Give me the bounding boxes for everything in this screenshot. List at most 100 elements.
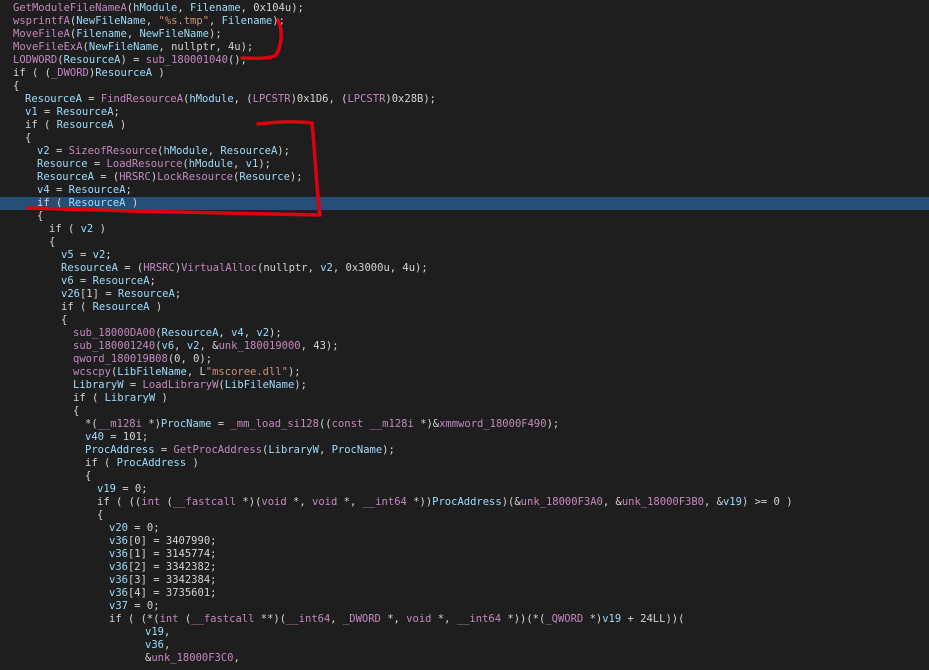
code-line[interactable]: v4 = ResourceA;: [0, 184, 929, 197]
code-token-func[interactable]: unk_18000F3B0: [622, 496, 704, 508]
code-token-var[interactable]: ProcName: [332, 444, 383, 456]
code-token-var[interactable]: NewFileName: [89, 41, 159, 53]
code-token-var[interactable]: v26: [61, 288, 80, 300]
code-line[interactable]: {: [0, 470, 929, 483]
code-token-var[interactable]: v4: [37, 184, 50, 196]
code-token-func[interactable]: MoveFileA: [13, 28, 70, 40]
code-line[interactable]: if ( (*(int (__fastcall **)(__int64, _DW…: [0, 613, 929, 626]
code-line[interactable]: v36,: [0, 639, 929, 652]
code-token-var[interactable]: v6: [162, 340, 175, 352]
code-line[interactable]: wsprintfA(NewFileName, "%s.tmp", Filenam…: [0, 15, 929, 28]
code-line[interactable]: &unk_18000F3C0,: [0, 652, 929, 665]
code-line[interactable]: {: [0, 314, 929, 327]
code-line[interactable]: ResourceA = (HRSRC)VirtualAlloc(nullptr,…: [0, 262, 929, 275]
code-token-var[interactable]: Resource: [239, 171, 290, 183]
code-token-func[interactable]: sub_180001240: [73, 340, 155, 352]
code-line[interactable]: ProcAddress = GetProcAddress(LibraryW, P…: [0, 444, 929, 457]
code-line[interactable]: if ( ResourceA ): [0, 197, 929, 210]
code-token-func[interactable]: unk_18000F3C0: [151, 652, 233, 664]
code-token-var[interactable]: ResourceA: [93, 275, 150, 287]
code-line[interactable]: v1 = ResourceA;: [0, 106, 929, 119]
code-line[interactable]: ResourceA = (HRSRC)LockResource(Resource…: [0, 171, 929, 184]
code-line[interactable]: v36[0] = 3407990;: [0, 535, 929, 548]
code-token-var[interactable]: v19: [145, 626, 164, 638]
code-line[interactable]: v6 = ResourceA;: [0, 275, 929, 288]
code-token-func[interactable]: sub_180001040: [146, 54, 228, 66]
code-token-func[interactable]: qword_180019B08: [73, 353, 168, 365]
code-token-func[interactable]: sub_18000DA00: [73, 327, 155, 339]
code-token-func[interactable]: unk_180019000: [218, 340, 300, 352]
code-line[interactable]: if ( ProcAddress ): [0, 457, 929, 470]
code-token-var[interactable]: Resource: [37, 158, 88, 170]
code-token-var[interactable]: v19: [97, 483, 116, 495]
code-token-var[interactable]: hModule: [189, 93, 233, 105]
code-token-var[interactable]: v2: [81, 223, 94, 235]
code-token-var[interactable]: v40: [85, 431, 104, 443]
code-token-var[interactable]: hModule: [163, 145, 207, 157]
code-line[interactable]: LODWORD(ResourceA) = sub_180001040();: [0, 54, 929, 67]
code-token-func[interactable]: SizeofResource: [69, 145, 158, 157]
code-line[interactable]: v19,: [0, 626, 929, 639]
code-token-func[interactable]: unk_18000F3A0: [521, 496, 603, 508]
code-token-var[interactable]: ResourceA: [57, 119, 114, 131]
code-token-var[interactable]: v4: [231, 327, 244, 339]
code-line[interactable]: ResourceA = FindResourceA(hModule, (LPCS…: [0, 93, 929, 106]
code-line[interactable]: MoveFileExA(NewFileName, nullptr, 4u);: [0, 41, 929, 54]
code-line[interactable]: MoveFileA(Filename, NewFileName);: [0, 28, 929, 41]
code-token-func[interactable]: LODWORD: [13, 54, 57, 66]
code-token-var[interactable]: ProcAddress: [85, 444, 155, 456]
code-token-func[interactable]: LoadLibraryW: [143, 379, 219, 391]
code-token-var[interactable]: LibraryW: [268, 444, 319, 456]
code-line[interactable]: {: [0, 405, 929, 418]
code-token-func[interactable]: VirtualAlloc: [181, 262, 257, 274]
code-line[interactable]: v20 = 0;: [0, 522, 929, 535]
code-token-var[interactable]: NewFileName: [76, 15, 146, 27]
code-token-var[interactable]: LibraryW: [73, 379, 124, 391]
code-token-var[interactable]: v2: [93, 249, 106, 261]
code-line[interactable]: sub_18000DA00(ResourceA, v4, v2);: [0, 327, 929, 340]
code-token-var[interactable]: LibraryW: [105, 392, 156, 404]
code-token-var[interactable]: v36: [145, 639, 164, 651]
code-token-var[interactable]: v5: [61, 249, 74, 261]
code-line[interactable]: if ( ((int (__fastcall *)(void *, void *…: [0, 496, 929, 509]
code-line[interactable]: if ( v2 ): [0, 223, 929, 236]
code-token-func[interactable]: wcscpy: [73, 366, 111, 378]
code-token-var[interactable]: v19: [723, 496, 742, 508]
code-token-var[interactable]: v6: [61, 275, 74, 287]
code-token-var[interactable]: ResourceA: [93, 301, 150, 313]
code-token-var[interactable]: v19: [602, 613, 621, 625]
code-line[interactable]: v37 = 0;: [0, 600, 929, 613]
code-token-var[interactable]: ResourceA: [118, 288, 175, 300]
code-token-var[interactable]: ProcAddress: [117, 457, 187, 469]
code-token-var[interactable]: LibFileName: [225, 379, 295, 391]
code-token-var[interactable]: hModule: [189, 158, 233, 170]
code-token-var[interactable]: ResourceA: [61, 262, 118, 274]
code-line[interactable]: v19 = 0;: [0, 483, 929, 496]
code-line[interactable]: if ( LibraryW ): [0, 392, 929, 405]
code-token-var[interactable]: v36: [109, 574, 128, 586]
code-token-func[interactable]: LockResource: [157, 171, 233, 183]
code-token-var[interactable]: v2: [37, 145, 50, 157]
code-token-func[interactable]: MoveFileExA: [13, 41, 83, 53]
code-line[interactable]: {: [0, 80, 929, 93]
code-line[interactable]: GetModuleFileNameA(hModule, Filename, 0x…: [0, 2, 929, 15]
code-line[interactable]: v2 = SizeofResource(hModule, ResourceA);: [0, 145, 929, 158]
code-line[interactable]: {: [0, 132, 929, 145]
code-token-var[interactable]: ResourceA: [57, 106, 114, 118]
code-line[interactable]: v36[2] = 3342382;: [0, 561, 929, 574]
code-token-func[interactable]: _mm_load_si128: [230, 418, 319, 430]
code-token-var[interactable]: Filename: [222, 15, 273, 27]
code-line[interactable]: v40 = 101;: [0, 431, 929, 444]
code-token-var[interactable]: v20: [109, 522, 128, 534]
code-line[interactable]: v5 = v2;: [0, 249, 929, 262]
code-line[interactable]: if ( (_DWORD)ResourceA ): [0, 67, 929, 80]
code-editor[interactable]: GetModuleFileNameA(hModule, Filename, 0x…: [0, 0, 929, 670]
code-token-var[interactable]: LibFileName: [117, 366, 187, 378]
code-token-var[interactable]: ResourceA: [162, 327, 219, 339]
code-token-var[interactable]: ResourceA: [220, 145, 277, 157]
code-token-func[interactable]: LoadResource: [107, 158, 183, 170]
code-token-func[interactable]: GetModuleFileNameA: [13, 2, 127, 14]
code-line[interactable]: qword_180019B08(0, 0);: [0, 353, 929, 366]
code-token-var[interactable]: v36: [109, 587, 128, 599]
code-line[interactable]: sub_180001240(v6, v2, &unk_180019000, 43…: [0, 340, 929, 353]
